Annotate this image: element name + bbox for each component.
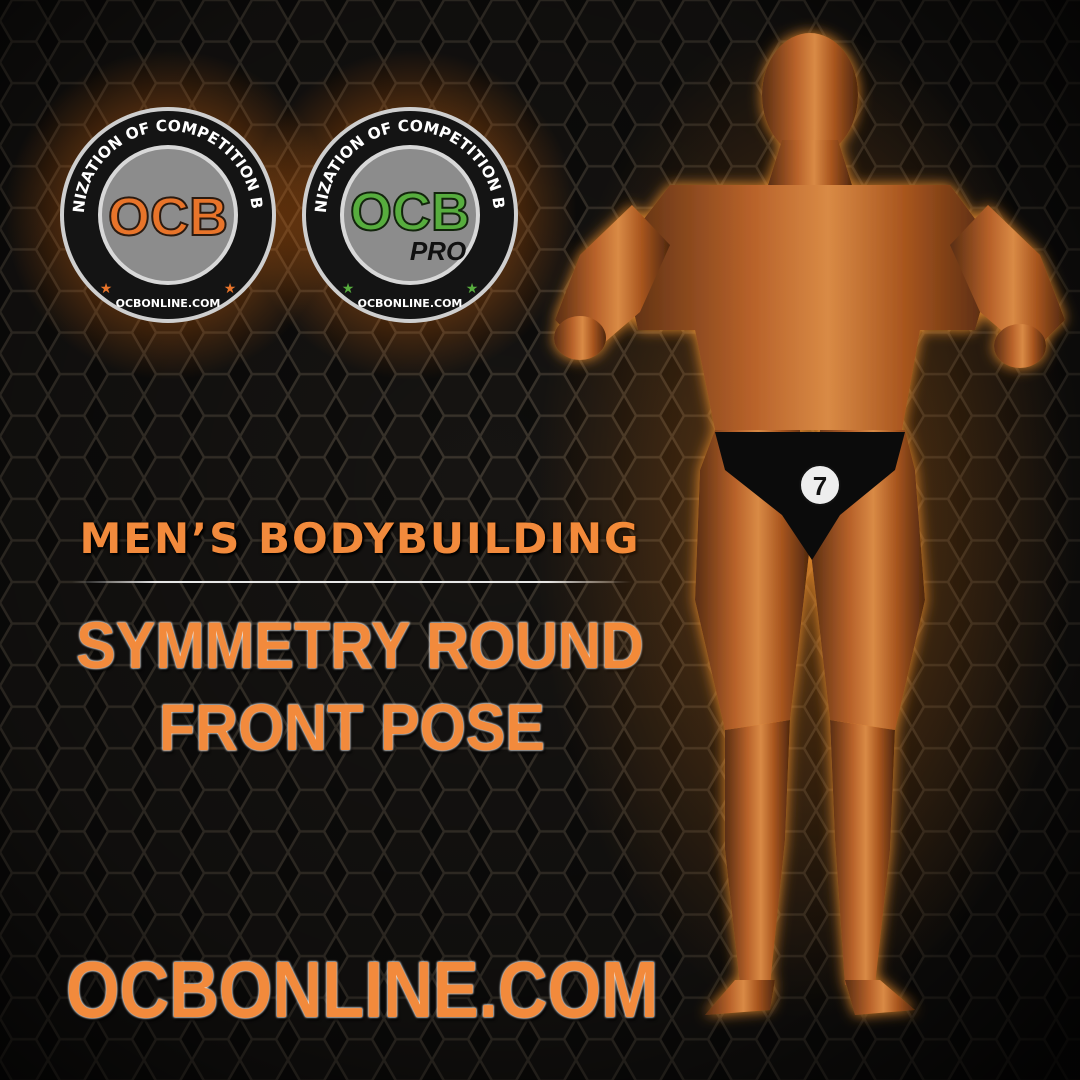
star-icon: ★: [100, 281, 113, 297]
star-icon: ★: [466, 281, 479, 297]
star-icon: ★: [224, 281, 237, 297]
athlete-photo: 7: [535, 20, 1075, 1020]
ocb-wordmark: OCB: [108, 187, 228, 247]
ocb-badge-icon: ORGANIZATION OF COMPETITION BODIES OCBON…: [58, 95, 276, 323]
ocb-pro-url-text: OCBONLINE.COM: [358, 297, 463, 310]
ocb-pro-wordmark: OCB: [350, 182, 470, 242]
promo-graphic: ORGANIZATION OF COMPETITION BODIES OCBON…: [0, 0, 1080, 1080]
ocb-pro-subtext: PRO: [410, 236, 466, 266]
ocb-url-text: OCBONLINE.COM: [116, 297, 221, 310]
ocb-pro-logo: ORGANIZATION OF COMPETITION BODIES OCBON…: [300, 95, 520, 335]
competitor-number: 7: [813, 471, 827, 501]
ocb-pro-badge-icon: ORGANIZATION OF COMPETITION BODIES OCBON…: [300, 95, 518, 323]
ocb-logo: ORGANIZATION OF COMPETITION BODIES OCBON…: [58, 95, 278, 335]
star-icon: ★: [342, 281, 355, 297]
